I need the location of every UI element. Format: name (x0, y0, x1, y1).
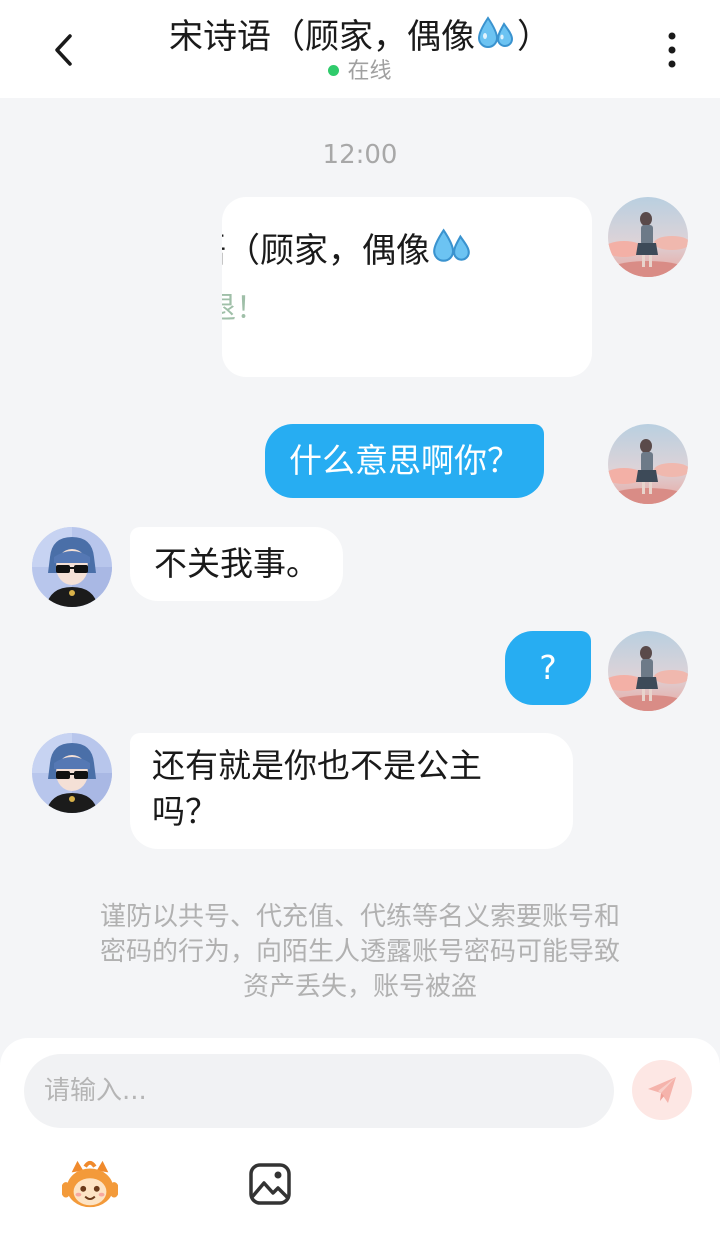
message-input[interactable] (24, 1054, 614, 1128)
image-icon (249, 1163, 291, 1205)
mascot-button[interactable] (62, 1156, 118, 1212)
card-subtitle: 去退！ (222, 291, 266, 326)
my-avatar[interactable] (608, 631, 688, 711)
incoming-message-bubble[interactable]: 不关我事。 (130, 527, 343, 601)
notice-line: 密码的行为，向陌生人透露账号密码可能导致 (99, 937, 620, 967)
status-label: 在线 (347, 59, 392, 84)
card-title-text: 诗语（顾家，偶像 (222, 231, 430, 271)
sweat-droplets-icon (433, 228, 470, 262)
chat-title: 宋诗语（顾家，偶像 ） (100, 12, 620, 59)
message-text-line: 还有就是你也不是公主 (152, 746, 482, 785)
shared-card-message[interactable]: 诗语（顾家，偶像 去退！ (222, 197, 592, 377)
message-text: ? (539, 648, 557, 687)
title-text: 宋诗语（顾家，偶像 (169, 17, 475, 57)
message-timestamp: 12:00 (322, 140, 398, 170)
notice-line: 资产丢失，账号被盗 (242, 972, 477, 1002)
send-icon (648, 1077, 676, 1103)
security-notice: 谨防以共号、代充值、代练等名义索要账号和 密码的行为，向陌生人透露账号密码可能导… (50, 900, 670, 1005)
image-picker-button[interactable] (242, 1156, 298, 1212)
my-avatar[interactable] (608, 424, 688, 504)
outgoing-message-bubble[interactable]: ? (505, 631, 591, 705)
online-status: 在线 (0, 58, 720, 86)
message-composer (0, 1038, 720, 1245)
card-title: 诗语（顾家，偶像 (222, 223, 474, 272)
my-avatar[interactable] (608, 197, 688, 277)
sweat-droplets-icon (477, 16, 514, 48)
contact-avatar[interactable] (32, 527, 112, 607)
message-text: 什么意思啊你？ (289, 441, 520, 480)
title-suffix: ） (517, 17, 551, 57)
contact-avatar[interactable] (32, 733, 112, 813)
send-button[interactable] (632, 1060, 692, 1120)
more-vertical-icon (668, 32, 676, 68)
incoming-message-bubble[interactable]: 还有就是你也不是公主 吗？ (130, 733, 573, 849)
more-options-button[interactable] (652, 30, 692, 70)
message-text-line: 吗？ (152, 792, 218, 831)
mascot-icon (62, 1160, 118, 1208)
chat-header: 宋诗语（顾家，偶像 ） 在线 (0, 0, 720, 98)
outgoing-message-bubble[interactable]: 什么意思啊你？ (265, 424, 544, 498)
notice-line: 谨防以共号、代充值、代练等名义索要账号和 (99, 902, 620, 932)
online-dot (328, 64, 340, 76)
message-text: 不关我事。 (154, 544, 319, 583)
